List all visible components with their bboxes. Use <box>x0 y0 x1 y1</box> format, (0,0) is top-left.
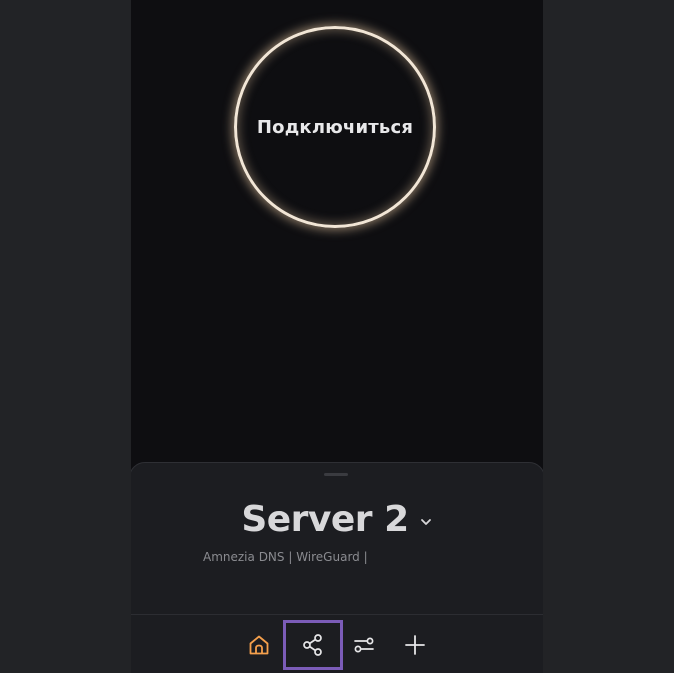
connect-button[interactable]: Подключиться <box>234 26 436 228</box>
settings-sliders-icon <box>354 637 374 653</box>
tab-home[interactable] <box>229 620 289 670</box>
tab-add-server[interactable] <box>385 620 445 670</box>
share-icon <box>303 634 322 656</box>
bottom-tab-bar <box>131 615 543 673</box>
connect-label: Подключиться <box>256 116 414 138</box>
server-name: Server 2 <box>241 499 409 540</box>
server-description: Amnezia DNS | WireGuard | <box>203 550 368 564</box>
plus-icon <box>405 635 425 655</box>
server-drawer: Server 2 Amnezia DNS | WireGuard | <box>131 462 543 673</box>
chevron-down-icon[interactable] <box>419 515 433 529</box>
app-window: Подключиться Server 2 Amnezia DNS | Wire… <box>131 0 543 673</box>
drawer-handle[interactable] <box>324 473 348 476</box>
home-icon <box>249 635 269 655</box>
server-selector[interactable]: Server 2 <box>131 499 543 540</box>
